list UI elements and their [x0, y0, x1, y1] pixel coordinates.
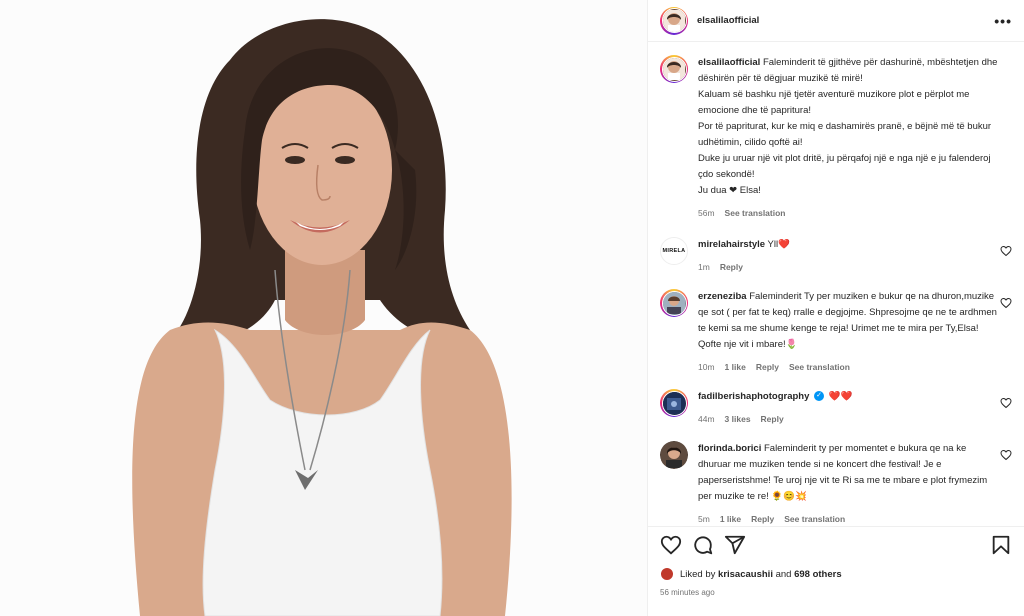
portrait-photo: [0, 0, 647, 616]
comment-text: fadilberishaphotography ✓ ❤️❤️ 44m 3 lik…: [698, 389, 1012, 427]
author-avatar[interactable]: [660, 6, 688, 35]
caption-line-3: Por të papriturat, kur ke miq e dashamir…: [698, 121, 992, 148]
comment-see-translation[interactable]: See translation: [789, 359, 850, 375]
likes-prefix: Liked by: [680, 568, 716, 580]
likes-summary: Liked by krisacaushii and 698 others: [660, 567, 842, 581]
post-header: elsalilaofficial •••: [648, 0, 1024, 42]
comment-reply-button[interactable]: Reply: [761, 411, 784, 427]
comment-meta: 5m 1 like Reply See translation: [698, 511, 998, 525]
comment-reply-button[interactable]: Reply: [720, 259, 743, 275]
liker-avatar[interactable]: [660, 567, 674, 581]
comment-item: erzeneziba Faleminderit Ty per muziken e…: [660, 289, 1012, 375]
caption-line-2: Kaluam së bashku një tjetër aventurë muz…: [698, 89, 970, 116]
comment-reply-button[interactable]: Reply: [756, 359, 779, 375]
comment-avatar-image: [663, 292, 685, 314]
comment-like-heart-icon[interactable]: [1000, 449, 1012, 461]
comment-avatar-image: [661, 442, 687, 468]
comment-username[interactable]: mirelahairstyle: [698, 239, 765, 250]
post-image[interactable]: [0, 0, 647, 616]
author-avatar-image: [663, 9, 685, 32]
comment-likes[interactable]: 1 like: [720, 511, 741, 525]
comment-username[interactable]: erzeneziba: [698, 291, 747, 302]
comment-time: 1m: [698, 262, 710, 272]
comment-icon[interactable]: [692, 534, 714, 556]
comment-item: florinda.borici Faleminderit ty per mome…: [660, 441, 1012, 525]
comment-time: 44m: [698, 414, 715, 424]
comment-username[interactable]: florinda.borici: [698, 443, 761, 454]
comment-body: Yll❤️: [767, 239, 790, 250]
caption-time: 56m: [698, 208, 715, 218]
comment-item: MIRELA mirelahairstyle Yll❤️ 1m Reply: [660, 237, 1012, 275]
comment-likes[interactable]: 3 likes: [725, 411, 751, 427]
comment-reply-button[interactable]: Reply: [751, 511, 774, 525]
liker-username[interactable]: krisacaushii: [718, 569, 773, 580]
comment-avatar-logo: MIRELA: [662, 248, 686, 254]
caption-avatar-image: [663, 58, 685, 80]
comment-meta: 44m 3 likes Reply: [698, 411, 998, 427]
heart-icon[interactable]: [660, 534, 682, 556]
comment-body: ❤️❤️: [828, 391, 853, 402]
comment-like-heart-icon[interactable]: [1000, 297, 1012, 309]
author-username[interactable]: elsalilaofficial: [697, 15, 759, 26]
comment-time: 10m: [698, 362, 715, 372]
comment-avatar[interactable]: [660, 289, 688, 317]
caption-avatar[interactable]: [660, 55, 688, 83]
bookmark-icon[interactable]: [990, 534, 1012, 556]
comment-avatar[interactable]: [660, 441, 688, 469]
comment-avatar-image: [663, 392, 685, 414]
caption-line-5: Ju dua ❤ Elsa!: [698, 185, 761, 196]
comment-meta: 10m 1 like Reply See translation: [698, 359, 998, 375]
likes-count[interactable]: 698 others: [794, 569, 842, 580]
caption: elsalilaofficial Faleminderit të gjithëv…: [660, 55, 1012, 221]
share-icon[interactable]: [724, 534, 746, 556]
comment-likes[interactable]: 1 like: [725, 359, 746, 375]
caption-line-4: Duke ju uruar një vit plot dritë, ju për…: [698, 153, 991, 180]
comment-like-heart-icon[interactable]: [1000, 397, 1012, 409]
comment-meta: 1m Reply: [698, 259, 998, 275]
comment-item: fadilberishaphotography ✓ ❤️❤️ 44m 3 lik…: [660, 389, 1012, 427]
verified-badge-icon: ✓: [814, 391, 825, 402]
comments-list: elsalilaofficial Faleminderit të gjithëv…: [648, 43, 1024, 525]
comment-text: florinda.borici Faleminderit ty per mome…: [698, 441, 1012, 525]
more-options-icon[interactable]: •••: [994, 13, 1012, 29]
caption-see-translation[interactable]: See translation: [725, 205, 786, 221]
post-actions: [648, 526, 1024, 562]
caption-text: elsalilaofficial Faleminderit të gjithëv…: [698, 55, 1012, 221]
post-timestamp[interactable]: 56 minutes ago: [660, 588, 715, 597]
post-sidebar: elsalilaofficial ••• elsalilaofficial Fa…: [647, 0, 1024, 616]
comment-avatar[interactable]: [660, 389, 688, 417]
comment-see-translation[interactable]: See translation: [784, 511, 845, 525]
caption-meta: 56m See translation: [698, 205, 998, 221]
comment-time: 5m: [698, 514, 710, 524]
comment-username[interactable]: fadilberishaphotography: [698, 391, 809, 402]
comment-like-heart-icon[interactable]: [1000, 245, 1012, 257]
comment-text: erzeneziba Faleminderit Ty per muziken e…: [698, 289, 1012, 375]
comment-avatar[interactable]: MIRELA: [660, 237, 688, 265]
comment-text: mirelahairstyle Yll❤️ 1m Reply: [698, 237, 1012, 275]
likes-middle: and: [775, 568, 792, 580]
caption-username[interactable]: elsalilaofficial: [698, 57, 760, 68]
